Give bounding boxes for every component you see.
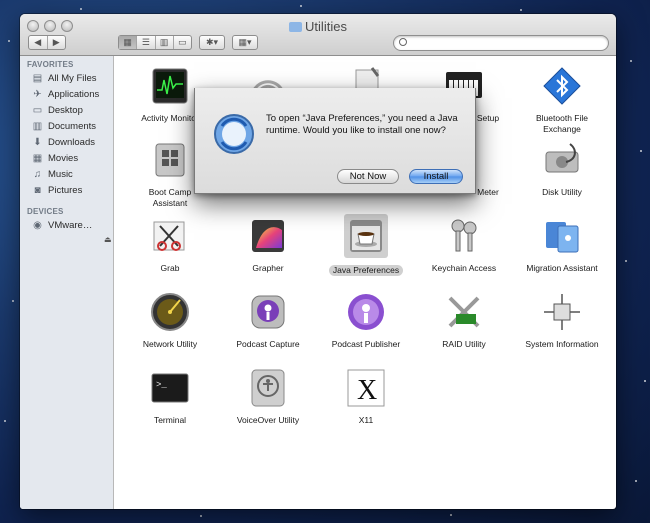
downloads-icon: ⬇ (33, 137, 42, 148)
applications-icon: ✈ (33, 89, 42, 100)
keychain-icon (444, 216, 484, 256)
back-forward-control[interactable]: ◀ ▶ (28, 35, 66, 50)
migration-icon (542, 216, 582, 256)
java-coffee-icon (344, 214, 388, 258)
sidebar-item-vmware[interactable]: ◉ VMware… (32, 218, 92, 233)
voiceover-icon (248, 368, 288, 408)
app-grab[interactable]: Grab (121, 216, 219, 274)
app-raid-utility[interactable]: RAID Utility (415, 292, 513, 350)
install-button[interactable]: Install (409, 169, 463, 184)
dialog-message: To open “Java Preferences,” you need a J… (266, 113, 458, 136)
app-system-information[interactable]: System Information (513, 292, 611, 350)
app-bluetooth-file-exchange[interactable]: Bluetooth File Exchange (513, 66, 611, 135)
favorites-header: FAVORITES (27, 60, 74, 69)
grab-icon (150, 216, 190, 256)
icon-view-button[interactable]: ▦ (119, 36, 138, 49)
all-files-icon: ▤ (32, 73, 43, 84)
bluetooth-icon (542, 66, 582, 106)
software-update-globe-icon (212, 112, 256, 156)
view-mode-control[interactable]: ▦ ☰ ▥ ▭ (118, 35, 192, 50)
raid-icon (444, 292, 484, 332)
pictures-icon: ◙ (34, 185, 41, 196)
app-disk-utility[interactable]: Disk Utility (513, 140, 611, 198)
app-terminal[interactable]: >_ Terminal (121, 368, 219, 426)
system-info-icon (542, 292, 582, 332)
app-voiceover-utility[interactable]: VoiceOver Utility (219, 368, 317, 426)
not-now-button[interactable]: Not Now (337, 169, 399, 184)
app-x11[interactable]: X X11 (317, 368, 415, 426)
disk-icon: ◉ (33, 220, 42, 231)
sidebar-item-music[interactable]: ♫ Music (32, 167, 73, 182)
folder-icon (289, 22, 303, 32)
arrange-menu-button[interactable]: ▦▾ (232, 35, 258, 50)
eject-icon[interactable]: ⏏ (104, 235, 112, 244)
movies-icon: ▦ (32, 153, 43, 164)
action-menu-button[interactable]: ✱▾ (199, 35, 225, 50)
list-view-button[interactable]: ☰ (137, 36, 156, 49)
terminal-icon: >_ (150, 368, 190, 408)
activity-monitor-icon (150, 66, 190, 106)
sidebar-item-downloads[interactable]: ⬇ Downloads (32, 135, 95, 150)
svg-text:X: X (357, 375, 377, 406)
disk-utility-icon (542, 140, 582, 180)
podcast-capture-icon (248, 292, 288, 332)
arrange-icon: ▦▾ (238, 37, 252, 47)
column-view-button[interactable]: ▥ (156, 36, 174, 49)
back-button[interactable]: ◀ (29, 36, 48, 49)
title-bar[interactable]: Utilities ◀ ▶ ▦ ☰ ▥ ▭ ✱▾ ▦▾ (20, 14, 616, 56)
forward-button[interactable]: ▶ (48, 36, 66, 49)
install-java-dialog: To open “Java Preferences,” you need a J… (194, 88, 476, 194)
coverflow-view-button[interactable]: ▭ (174, 36, 191, 49)
devices-header: DEVICES (27, 207, 64, 216)
app-network-utility[interactable]: Network Utility (121, 292, 219, 350)
sidebar-item-desktop[interactable]: ▭ Desktop (32, 103, 83, 118)
x11-icon: X (346, 368, 386, 408)
app-keychain-access[interactable]: Keychain Access (415, 216, 513, 274)
search-field[interactable] (393, 35, 609, 51)
boot-camp-icon (150, 140, 190, 180)
network-radar-icon (150, 292, 190, 332)
sidebar: FAVORITES ▤ All My Files ✈ Applications ▭ D… (20, 56, 114, 509)
app-migration-assistant[interactable]: Migration Assistant (513, 216, 611, 274)
sidebar-item-movies[interactable]: ▦ Movies (32, 151, 78, 166)
sidebar-item-all-my-files[interactable]: ▤ All My Files (32, 71, 97, 86)
documents-icon: ▥ (32, 121, 43, 132)
app-grapher[interactable]: Grapher (219, 216, 317, 274)
grapher-icon (248, 216, 288, 256)
app-podcast-capture[interactable]: Podcast Capture (219, 292, 317, 350)
sidebar-item-documents[interactable]: ▥ Documents (32, 119, 96, 134)
window-title: Utilities (20, 19, 616, 34)
podcast-publisher-icon (346, 292, 386, 332)
desktop-icon: ▭ (32, 105, 43, 116)
app-podcast-publisher[interactable]: Podcast Publisher (317, 292, 415, 350)
gear-icon: ✱▾ (205, 37, 219, 47)
music-icon: ♫ (33, 169, 42, 180)
sidebar-item-pictures[interactable]: ◙ Pictures (32, 183, 82, 198)
sidebar-item-applications[interactable]: ✈ Applications (32, 87, 99, 102)
svg-text:>_: >_ (156, 380, 167, 390)
search-icon (399, 38, 407, 46)
app-java-preferences[interactable]: Java Preferences (317, 214, 415, 278)
